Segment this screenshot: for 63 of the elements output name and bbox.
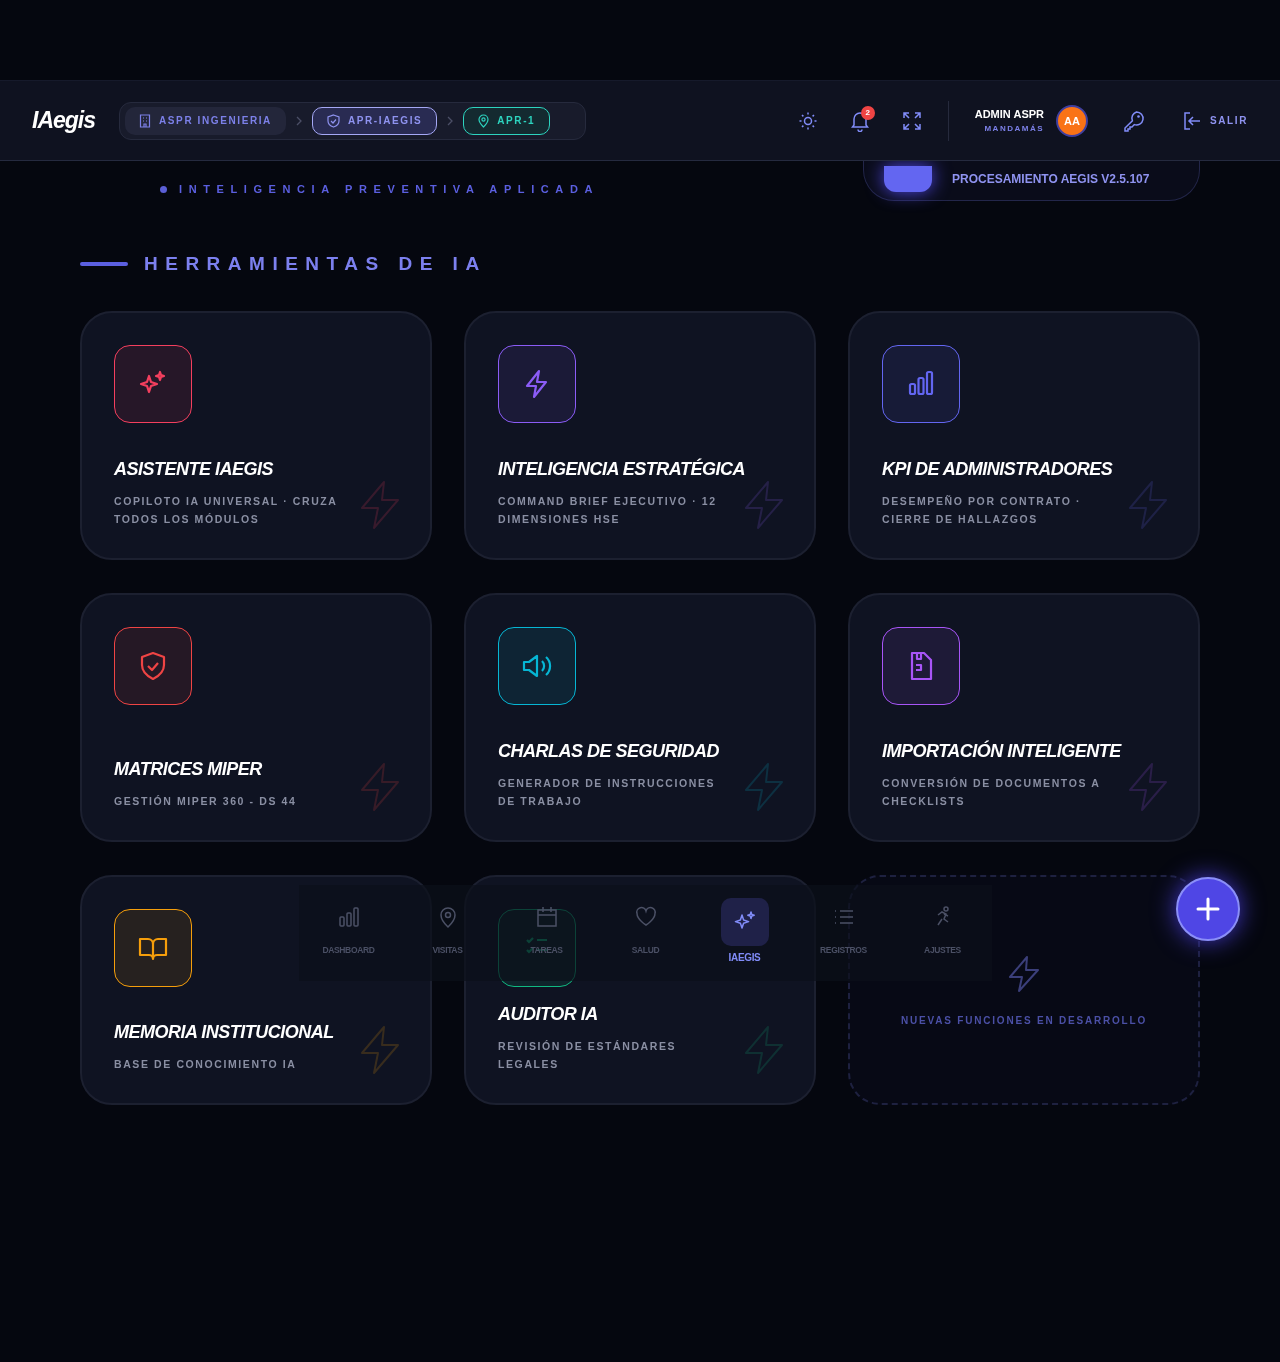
shield-check-icon [326, 113, 340, 128]
lightning-icon [358, 1025, 402, 1075]
app-logo[interactable]: IAegis [32, 107, 96, 134]
accent-bar [80, 262, 128, 266]
map-pin-icon [478, 113, 490, 128]
tool-card[interactable]: INTELIGENCIA ESTRATÉGICA COMMAND BRIEF EJECUTIVO · 12 DIMENSIONES HSE [464, 311, 816, 560]
logout-button[interactable]: SALIR [1182, 109, 1248, 132]
placeholder-text: NUEVAS FUNCIONES EN DESARROLLO [900, 1015, 1148, 1026]
lightning-icon [1126, 762, 1170, 812]
card-title: IMPORTACIÓN INTELIGENTE [882, 741, 1123, 762]
logout-icon [1182, 109, 1202, 132]
tool-card[interactable]: CHARLAS DE SEGURIDAD GENERADOR DE INSTRUCCIONES DE TRABAJO [464, 593, 816, 842]
tool-card[interactable]: IMPORTACIÓN INTELIGENTE CONVERSIÓN DE DOCUMENTOS A CHECKLISTS [848, 593, 1200, 842]
bell-icon [849, 109, 870, 132]
breadcrumb-chip[interactable]: ASPR INGENIERIA [125, 106, 286, 135]
key-icon [1123, 109, 1145, 132]
lightning-icon [358, 762, 402, 812]
card-description: GENERADOR DE INSTRUCCIONES DE TRABAJO [498, 776, 717, 809]
add-button[interactable] [1176, 877, 1240, 941]
card-description: REVISIÓN DE ESTÁNDARES LEGALES [498, 1039, 678, 1072]
user-name: ADMIN ASPR [974, 108, 1044, 120]
card-description: COPILOTO IA UNIVERSAL · CRUZA TODOS LOS MÓDULOS [114, 494, 339, 527]
section-title: HERRAMIENTAS DE IA [144, 253, 487, 275]
notification-count: 2 [860, 105, 875, 120]
card-title: KPI DE ADMINISTRADORES [882, 459, 1114, 480]
lightning-icon [742, 762, 786, 812]
status-text: PROCESAMIENTO AEGIS V2.5.107 [952, 171, 1150, 186]
square-icon [884, 165, 932, 192]
lightning-icon [358, 480, 402, 530]
card-title: INTELIGENCIA ESTRATÉGICA [498, 459, 746, 480]
lightning-icon [742, 1025, 786, 1075]
tool-card[interactable]: KPI DE ADMINISTRADORES DESEMPEÑO POR CONTRATO · CIERRE DE HALLAZGOS [848, 311, 1200, 560]
tool-card[interactable]: ASISTENTE IAEGIS COPILOTO IA UNIVERSAL · CRUZA TODOS LOS MÓDULOS [80, 311, 432, 560]
breadcrumb-chip[interactable]: APR-IAEGIS [311, 106, 438, 135]
card-title: AUDITOR IA [498, 1004, 599, 1025]
card-title: MATRICES MIPER [114, 759, 263, 780]
card-description: DESEMPEÑO POR CONTRATO · CIERRE DE HALLAZGOS [882, 494, 1083, 527]
tagline: INTELIGENCIA PREVENTIVA APLICADA [179, 183, 599, 195]
lightning-icon [1007, 955, 1041, 993]
bar-chart-icon [336, 905, 361, 929]
card-title: ASISTENTE IAEGIS [114, 459, 275, 480]
tool-card[interactable]: MATRICES MIPER GESTIÓN MIPER 360 - DS 44 [80, 593, 432, 842]
breadcrumb-chip[interactable]: APR-1 [463, 106, 551, 135]
card-description: GESTIÓN MIPER 360 - DS 44 [114, 794, 298, 809]
card-title: MEMORIA INSTITUCIONAL [114, 1022, 335, 1043]
notifications-button[interactable]: 2 [841, 102, 878, 139]
user-role: MANDAMÁS [984, 124, 1044, 133]
expand-icon [901, 110, 922, 131]
plus-icon [1196, 897, 1220, 921]
lightning-icon [742, 480, 786, 530]
building-icon [139, 113, 152, 128]
card-description: CONVERSIÓN DE DOCUMENTOS A CHECKLISTS [882, 776, 1101, 809]
chevron-icon [446, 115, 455, 126]
status-dot [160, 185, 167, 193]
heart-icon [633, 905, 658, 929]
card-description: COMMAND BRIEF EJECUTIVO · 12 DIMENSIONES HSE [498, 494, 718, 527]
card-title: CHARLAS DE SEGURIDAD [498, 741, 720, 762]
sun-icon [797, 110, 818, 131]
nav-item[interactable]: IAEGIS [695, 885, 794, 981]
chevron-icon [294, 115, 303, 126]
calendar-icon [534, 905, 559, 929]
card-description: BASE DE CONOCIMIENTO IA [114, 1057, 298, 1072]
lightning-icon [1126, 480, 1170, 530]
